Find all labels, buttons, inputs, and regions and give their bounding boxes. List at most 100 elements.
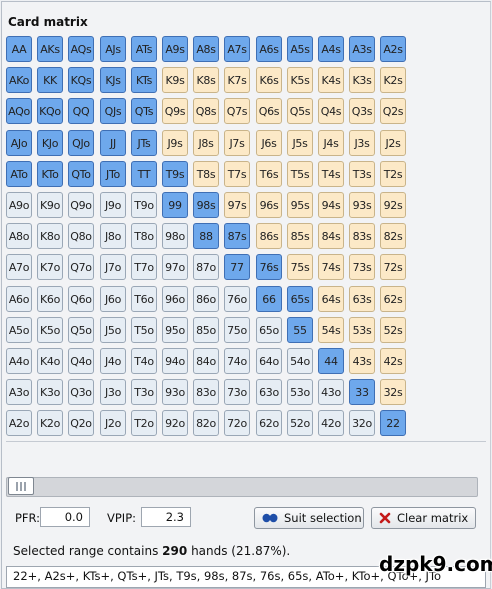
hand-cell-88[interactable]: 88 [193, 223, 219, 249]
hand-cell-Q4o[interactable]: Q4o [68, 348, 94, 374]
hand-cell-93o[interactable]: 93o [162, 379, 188, 405]
hand-cell-J6o[interactable]: J6o [100, 286, 126, 312]
hand-cell-65o[interactable]: 65o [256, 317, 282, 343]
hand-cell-KTo[interactable]: KTo [37, 161, 63, 187]
hand-cell-K3o[interactable]: K3o [37, 379, 63, 405]
hand-cell-77[interactable]: 77 [224, 254, 250, 280]
hand-cell-K7s[interactable]: K7s [224, 67, 250, 93]
hand-cell-T7o[interactable]: T7o [131, 254, 157, 280]
range-slider-track[interactable] [6, 477, 478, 497]
hand-cell-95s[interactable]: 95s [287, 192, 313, 218]
hand-cell-94o[interactable]: 94o [162, 348, 188, 374]
hand-cell-85o[interactable]: 85o [193, 317, 219, 343]
hand-cell-43o[interactable]: 43o [318, 379, 344, 405]
hand-cell-J8o[interactable]: J8o [100, 223, 126, 249]
hand-cell-Q9s[interactable]: Q9s [162, 98, 188, 124]
hand-cell-AA[interactable]: AA [6, 36, 32, 62]
hand-cell-86s[interactable]: 86s [256, 223, 282, 249]
hand-cell-T9o[interactable]: T9o [131, 192, 157, 218]
hand-cell-J3s[interactable]: J3s [349, 130, 375, 156]
hand-cell-A6s[interactable]: A6s [256, 36, 282, 62]
hand-cell-JTs[interactable]: JTs [131, 130, 157, 156]
hand-cell-J9o[interactable]: J9o [100, 192, 126, 218]
hand-cell-K2s[interactable]: K2s [380, 67, 406, 93]
hand-cell-44[interactable]: 44 [318, 348, 344, 374]
hand-cell-T2s[interactable]: T2s [380, 161, 406, 187]
hand-cell-42s[interactable]: 42s [380, 348, 406, 374]
hand-cell-22[interactable]: 22 [380, 410, 406, 436]
hand-cell-A8s[interactable]: A8s [193, 36, 219, 62]
hand-cell-98s[interactable]: 98s [193, 192, 219, 218]
hand-cell-84o[interactable]: 84o [193, 348, 219, 374]
hand-cell-QTs[interactable]: QTs [131, 98, 157, 124]
hand-cell-T7s[interactable]: T7s [224, 161, 250, 187]
hand-cell-73s[interactable]: 73s [349, 254, 375, 280]
hand-cell-T6s[interactable]: T6s [256, 161, 282, 187]
hand-cell-K4o[interactable]: K4o [37, 348, 63, 374]
hand-cell-A7o[interactable]: A7o [6, 254, 32, 280]
hand-cell-T4o[interactable]: T4o [131, 348, 157, 374]
hand-cell-K8o[interactable]: K8o [37, 223, 63, 249]
hand-cell-92s[interactable]: 92s [380, 192, 406, 218]
vpip-field[interactable]: 2.3 [141, 507, 191, 527]
hand-cell-K9s[interactable]: K9s [162, 67, 188, 93]
hand-cell-93s[interactable]: 93s [349, 192, 375, 218]
hand-cell-QJo[interactable]: QJo [68, 130, 94, 156]
hand-cell-43s[interactable]: 43s [349, 348, 375, 374]
hand-cell-33[interactable]: 33 [349, 379, 375, 405]
hand-cell-A3o[interactable]: A3o [6, 379, 32, 405]
hand-cell-72o[interactable]: 72o [224, 410, 250, 436]
hand-cell-63s[interactable]: 63s [349, 286, 375, 312]
hand-cell-76s[interactable]: 76s [256, 254, 282, 280]
hand-cell-75s[interactable]: 75s [287, 254, 313, 280]
hand-cell-A9o[interactable]: A9o [6, 192, 32, 218]
hand-cell-Q7s[interactable]: Q7s [224, 98, 250, 124]
hand-cell-85s[interactable]: 85s [287, 223, 313, 249]
hand-cell-66[interactable]: 66 [256, 286, 282, 312]
hand-cell-74o[interactable]: 74o [224, 348, 250, 374]
hand-cell-T6o[interactable]: T6o [131, 286, 157, 312]
hand-cell-A3s[interactable]: A3s [349, 36, 375, 62]
hand-cell-Q9o[interactable]: Q9o [68, 192, 94, 218]
hand-cell-T2o[interactable]: T2o [131, 410, 157, 436]
hand-cell-KQs[interactable]: KQs [68, 67, 94, 93]
hand-cell-A2o[interactable]: A2o [6, 410, 32, 436]
hand-cell-T5o[interactable]: T5o [131, 317, 157, 343]
hand-cell-53o[interactable]: 53o [287, 379, 313, 405]
hand-cell-87s[interactable]: 87s [224, 223, 250, 249]
hand-cell-A4s[interactable]: A4s [318, 36, 344, 62]
hand-cell-Q2o[interactable]: Q2o [68, 410, 94, 436]
hand-cell-AKo[interactable]: AKo [6, 67, 32, 93]
hand-cell-86o[interactable]: 86o [193, 286, 219, 312]
hand-cell-Q5o[interactable]: Q5o [68, 317, 94, 343]
hand-cell-A5s[interactable]: A5s [287, 36, 313, 62]
hand-cell-AQs[interactable]: AQs [68, 36, 94, 62]
hand-cell-Q3o[interactable]: Q3o [68, 379, 94, 405]
hand-cell-62o[interactable]: 62o [256, 410, 282, 436]
hand-cell-97o[interactable]: 97o [162, 254, 188, 280]
hand-cell-J6s[interactable]: J6s [256, 130, 282, 156]
hand-cell-T4s[interactable]: T4s [318, 161, 344, 187]
hand-cell-A2s[interactable]: A2s [380, 36, 406, 62]
hand-cell-54s[interactable]: 54s [318, 317, 344, 343]
hand-cell-AKs[interactable]: AKs [37, 36, 63, 62]
hand-cell-72s[interactable]: 72s [380, 254, 406, 280]
hand-cell-99[interactable]: 99 [162, 192, 188, 218]
pfr-field[interactable]: 0.0 [40, 507, 90, 527]
hand-cell-98o[interactable]: 98o [162, 223, 188, 249]
hand-cell-K7o[interactable]: K7o [37, 254, 63, 280]
hand-cell-AJs[interactable]: AJs [100, 36, 126, 62]
hand-cell-AQo[interactable]: AQo [6, 98, 32, 124]
hand-cell-ATo[interactable]: ATo [6, 161, 32, 187]
hand-cell-K4s[interactable]: K4s [318, 67, 344, 93]
hand-cell-Q2s[interactable]: Q2s [380, 98, 406, 124]
hand-cell-42o[interactable]: 42o [318, 410, 344, 436]
hand-cell-T5s[interactable]: T5s [287, 161, 313, 187]
hand-cell-J5o[interactable]: J5o [100, 317, 126, 343]
hand-cell-Q4s[interactable]: Q4s [318, 98, 344, 124]
hand-cell-KJs[interactable]: KJs [100, 67, 126, 93]
hand-cell-82o[interactable]: 82o [193, 410, 219, 436]
hand-cell-A5o[interactable]: A5o [6, 317, 32, 343]
hand-cell-83o[interactable]: 83o [193, 379, 219, 405]
hand-cell-95o[interactable]: 95o [162, 317, 188, 343]
